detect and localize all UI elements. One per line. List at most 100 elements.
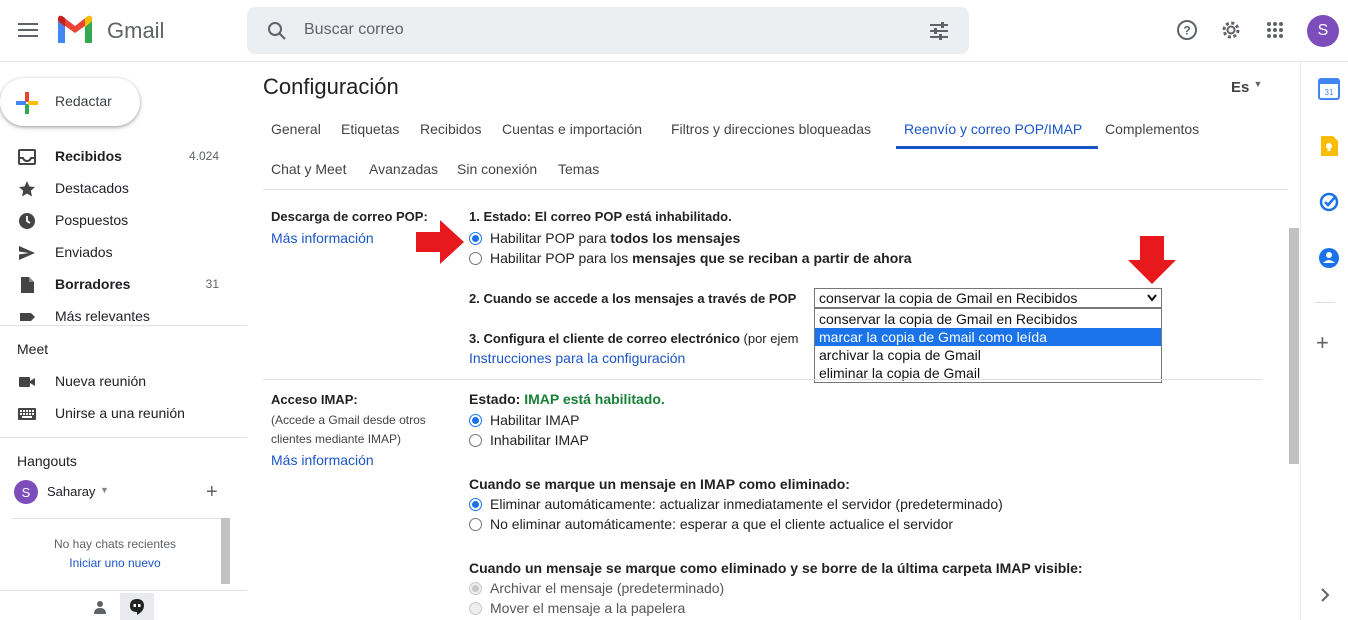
hamburger-icon <box>18 23 38 37</box>
imap-description: (Accede a Gmail desde otros <box>271 413 426 427</box>
join-meeting-item[interactable]: Unirse a una reunión <box>0 398 240 430</box>
dropdown-option[interactable]: conservar la copia de Gmail en Recibidos <box>815 310 1161 328</box>
main-menu-button[interactable] <box>12 14 44 46</box>
divider <box>0 325 247 326</box>
plus-icon <box>16 92 38 114</box>
imap-more-info-link[interactable]: Más información <box>271 452 374 468</box>
clock-icon <box>19 213 35 229</box>
sidebar-item-snoozed[interactable]: Pospuestos <box>0 205 240 237</box>
keep-icon[interactable] <box>1318 135 1340 157</box>
pop-section-label: Descarga de correo POP: <box>271 209 428 224</box>
sidebar-item-label: Más relevantes <box>55 308 150 323</box>
trash-message-radio[interactable] <box>469 602 482 615</box>
imap-expunge-title: Cuando un mensaje se marque como elimina… <box>469 560 1083 576</box>
pop-all-messages-radio[interactable] <box>469 232 482 245</box>
tab-advanced[interactable]: Avanzadas <box>369 161 438 177</box>
pop-more-info-link[interactable]: Más información <box>271 230 374 246</box>
chevron-right-icon[interactable] <box>1320 588 1330 602</box>
start-chat-link[interactable]: Iniciar uno nuevo <box>0 556 230 570</box>
pop-new-messages-label: Habilitar POP para los mensajes que se r… <box>490 250 912 266</box>
compose-button[interactable]: Redactar <box>0 78 140 126</box>
auto-expunge-off-radio[interactable] <box>469 518 482 531</box>
divider <box>12 518 230 519</box>
sidebar-item-drafts[interactable]: Borradores 31 <box>0 269 240 301</box>
pop-action-dropdown: conservar la copia de Gmail en Recibidos… <box>814 308 1162 383</box>
section-divider <box>263 379 1262 380</box>
sidebar-item-inbox[interactable]: Recibidos 4.024 <box>0 141 240 173</box>
help-icon[interactable]: ? <box>1174 17 1200 43</box>
auto-expunge-on-radio[interactable] <box>469 498 482 511</box>
add-addon-icon[interactable]: + <box>1316 332 1329 354</box>
imap-enable-label: Habilitar IMAP <box>490 412 580 428</box>
pop-step2-label: 2. Cuando se accede a los mensajes a tra… <box>469 291 797 306</box>
language-label: Es <box>1231 79 1250 96</box>
main-scrollbar[interactable] <box>1289 228 1299 464</box>
imap-disable-radio[interactable] <box>469 434 482 447</box>
hangouts-user-name[interactable]: Saharay <box>47 484 95 499</box>
account-avatar[interactable]: S <box>1307 15 1339 47</box>
auto-expunge-off-label: No eliminar automáticamente: esperar a q… <box>490 516 954 532</box>
language-selector[interactable]: Es ▼ <box>1231 79 1262 96</box>
svg-text:?: ? <box>1183 24 1190 38</box>
sidebar-item-label: Pospuestos <box>55 212 129 228</box>
chevron-down-icon[interactable]: ▼ <box>100 485 109 495</box>
no-chats-text: No hay chats recientes <box>53 537 177 551</box>
tab-inbox[interactable]: Recibidos <box>420 121 481 137</box>
trash-message-label: Mover el mensaje a la papelera <box>490 600 686 616</box>
tab-chat-meet[interactable]: Chat y Meet <box>271 161 346 177</box>
tab-general[interactable]: General <box>271 121 321 137</box>
sidebar-scrollbar[interactable] <box>221 518 230 584</box>
add-icon[interactable]: + <box>206 481 218 504</box>
divider <box>0 437 247 438</box>
send-icon <box>19 246 35 260</box>
tabs-divider <box>263 189 1288 190</box>
pop-new-messages-radio[interactable] <box>469 252 482 265</box>
tab-filters[interactable]: Filtros y direcciones bloqueadas <box>671 121 871 137</box>
sidebar-item-starred[interactable]: Destacados <box>0 173 240 205</box>
search-bar[interactable]: Buscar correo <box>247 7 969 54</box>
top-bar: Gmail Buscar correo ? S <box>0 0 1348 62</box>
tab-themes[interactable]: Temas <box>558 161 599 177</box>
sidebar-item-sent[interactable]: Enviados <box>0 237 240 269</box>
apps-grid-icon[interactable] <box>1262 17 1288 43</box>
tab-labels[interactable]: Etiquetas <box>341 121 399 137</box>
inbox-icon <box>18 149 36 165</box>
search-input[interactable]: Buscar correo <box>304 21 404 39</box>
dropdown-option-highlighted[interactable]: marcar la copia de Gmail como leída <box>815 328 1161 346</box>
sidebar-item-label: Recibidos <box>55 148 122 164</box>
archive-message-radio[interactable] <box>469 582 482 595</box>
red-arrow-down-icon <box>1128 236 1176 284</box>
dropdown-option[interactable]: archivar la copia de Gmail <box>815 346 1161 364</box>
active-tab-indicator <box>896 146 1098 149</box>
hangouts-avatar[interactable]: S <box>14 480 38 504</box>
calendar-icon[interactable]: 31 <box>1318 78 1340 100</box>
tab-forwarding[interactable]: Reenvío y correo POP/IMAP <box>904 121 1082 137</box>
imap-disable-label: Inhabilitar IMAP <box>490 432 589 448</box>
tab-offline[interactable]: Sin conexión <box>457 161 537 177</box>
search-options-icon[interactable] <box>927 19 951 43</box>
person-icon[interactable] <box>92 599 108 615</box>
star-icon <box>19 181 35 197</box>
contacts-icon[interactable] <box>1318 247 1340 269</box>
sidebar-item-label: Enviados <box>55 244 113 260</box>
new-meeting-item[interactable]: Nueva reunión <box>0 366 240 398</box>
compose-label: Redactar <box>55 93 112 109</box>
tasks-icon[interactable] <box>1318 191 1340 213</box>
app-name: Gmail <box>107 18 165 43</box>
settings-gear-icon[interactable] <box>1218 17 1244 43</box>
imap-section-label: Acceso IMAP: <box>271 392 358 407</box>
tab-accounts[interactable]: Cuentas e importación <box>502 121 642 137</box>
gmail-logo-icon[interactable] <box>56 15 94 45</box>
search-icon[interactable] <box>265 19 289 43</box>
setup-instructions-link[interactable]: Instrucciones para la configuración <box>469 350 685 366</box>
tab-addons[interactable]: Complementos <box>1105 121 1199 137</box>
drafts-count: 31 <box>205 277 219 291</box>
pop-action-select[interactable]: conservar la copia de Gmail en Recibidos <box>814 288 1162 308</box>
meet-section-title: Meet <box>17 341 49 357</box>
hangouts-icon <box>130 599 144 615</box>
draft-icon <box>21 277 34 293</box>
red-arrow-right-icon <box>416 220 464 264</box>
imap-enable-radio[interactable] <box>469 414 482 427</box>
divider <box>1315 302 1335 303</box>
sidebar-item-important[interactable]: Más relevantes <box>0 301 240 323</box>
